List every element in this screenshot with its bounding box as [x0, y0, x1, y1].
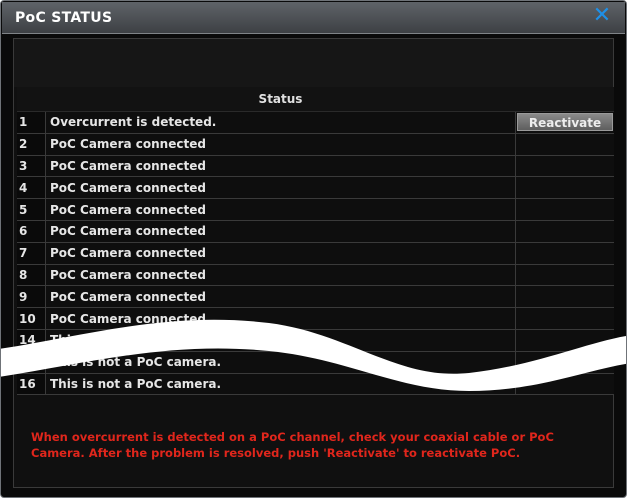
- channel-number: 9: [17, 285, 46, 309]
- channel-number: 3: [17, 155, 46, 178]
- status-panel: Status 1 Overcurrent is detected. Reactiva…: [13, 38, 614, 488]
- dialog-title: PoC STATUS: [15, 10, 113, 26]
- channel-action-cell: [515, 242, 614, 265]
- channel-action-cell: [515, 285, 614, 309]
- channel-action-cell: [515, 155, 614, 178]
- channel-status: PoC Camera connected: [45, 133, 516, 156]
- channel-number: 16: [17, 373, 46, 396]
- table-header-row: Status: [17, 87, 614, 112]
- channel-status: PoC Camera connected: [45, 155, 516, 178]
- reactivate-button[interactable]: Reactivate: [517, 113, 613, 132]
- table-row: 7 PoC Camera connected: [17, 242, 614, 265]
- channel-status: This is not a PoC camera.: [45, 329, 516, 352]
- close-icon[interactable]: ✕: [591, 5, 613, 27]
- channel-status: PoC Camera connected: [45, 176, 516, 200]
- channel-action-cell: Reactivate: [515, 111, 614, 134]
- channel-status: PoC Camera connected: [45, 198, 516, 221]
- table-row: 16 This is not a PoC camera.: [17, 373, 614, 396]
- table-row: 8 PoC Camera connected: [17, 264, 614, 287]
- channel-number: 7: [17, 242, 46, 265]
- channel-status: PoC Camera connected: [45, 307, 516, 330]
- channel-number: 1: [17, 111, 46, 134]
- channel-action-cell: [515, 373, 614, 396]
- channel-status: Overcurrent is detected.: [45, 111, 516, 134]
- channel-action-cell: [515, 351, 614, 374]
- table-row: 3 PoC Camera connected: [17, 155, 614, 178]
- channel-number: 2: [17, 133, 46, 156]
- channel-status: PoC Camera connected: [45, 285, 516, 309]
- table-row: 14 This is not a PoC camera.: [17, 329, 614, 352]
- status-column-header: Status: [45, 87, 516, 112]
- channel-number: 15: [17, 351, 46, 374]
- channel-status: This is not a PoC camera.: [45, 373, 516, 396]
- table-row: 15 This is not a PoC camera.: [17, 351, 614, 374]
- channel-number: 10: [17, 307, 46, 330]
- table-row: 4 PoC Camera connected: [17, 176, 614, 200]
- channel-number: 4: [17, 176, 46, 200]
- title-bar: PoC STATUS ✕: [2, 2, 625, 34]
- table-row: 5 PoC Camera connected: [17, 198, 614, 221]
- channel-status: PoC Camera connected: [45, 264, 516, 287]
- table-row: 6 PoC Camera connected: [17, 220, 614, 243]
- channel-number: 8: [17, 264, 46, 287]
- overcurrent-note: When overcurrent is detected on a PoC ch…: [31, 430, 554, 460]
- table-row: 2 PoC Camera connected: [17, 133, 614, 156]
- channel-number: 6: [17, 220, 46, 243]
- channel-action-cell: [515, 220, 614, 243]
- channel-action-cell: [515, 133, 614, 156]
- channel-action-cell: [515, 176, 614, 200]
- poc-status-dialog: PoC STATUS ✕ Status 1 Overcurrent is dete…: [0, 0, 627, 498]
- table-row: 9 PoC Camera connected: [17, 285, 614, 309]
- channel-action-cell: [515, 329, 614, 352]
- table-row: 10 PoC Camera connected: [17, 307, 614, 330]
- num-column-header: [17, 87, 46, 112]
- channel-status: PoC Camera connected: [45, 242, 516, 265]
- channel-status: PoC Camera connected: [45, 220, 516, 243]
- channel-action-cell: [515, 264, 614, 287]
- channel-action-cell: [515, 307, 614, 330]
- channel-number: 14: [17, 329, 46, 352]
- action-column-header: [515, 87, 614, 112]
- channel-action-cell: [515, 198, 614, 221]
- panel-top-strip: [14, 39, 613, 87]
- table-row: 1 Overcurrent is detected. Reactivate: [17, 111, 614, 134]
- status-table-body: 1 Overcurrent is detected. Reactivate 2 PoC …: [17, 111, 614, 396]
- channel-number: 5: [17, 198, 46, 221]
- channel-status: This is not a PoC camera.: [45, 351, 516, 374]
- status-table: Status 1 Overcurrent is detected. Reactiva…: [17, 87, 614, 396]
